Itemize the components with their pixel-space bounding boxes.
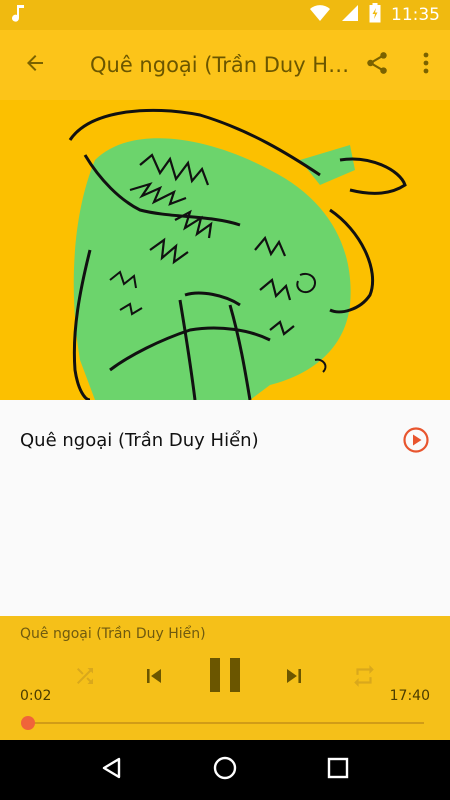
more-options-button[interactable] bbox=[402, 30, 450, 100]
player-panel: Quê ngoại (Trần Duy Hiển) 0:02 17:40 bbox=[0, 616, 450, 740]
shuffle-icon bbox=[73, 664, 97, 693]
album-art bbox=[0, 100, 450, 400]
status-bar: 11:35 bbox=[0, 0, 450, 30]
elapsed-time: 0:02 bbox=[20, 688, 52, 704]
repeat-button[interactable] bbox=[344, 660, 384, 696]
status-time: 11:35 bbox=[391, 5, 440, 25]
pause-button[interactable] bbox=[200, 654, 250, 700]
seek-thumb[interactable] bbox=[21, 716, 35, 730]
wifi-icon bbox=[309, 4, 331, 27]
seek-bar[interactable] bbox=[21, 716, 424, 730]
nav-back-button[interactable] bbox=[92, 750, 132, 790]
page-title: Quê ngoại (Trần Duy Hiển) bbox=[90, 53, 352, 77]
more-vert-icon bbox=[423, 52, 429, 79]
recents-square-icon bbox=[327, 757, 349, 784]
music-note-icon bbox=[10, 3, 28, 28]
home-circle-icon bbox=[212, 755, 238, 786]
battery-icon bbox=[369, 2, 381, 28]
app-bar: Quê ngoại (Trần Duy Hiển) bbox=[0, 30, 450, 100]
skip-next-button[interactable] bbox=[274, 660, 314, 696]
nav-home-button[interactable] bbox=[205, 750, 245, 790]
share-button[interactable] bbox=[352, 30, 402, 100]
back-triangle-icon bbox=[100, 756, 124, 785]
skip-previous-button[interactable] bbox=[134, 660, 174, 696]
pause-icon bbox=[208, 656, 242, 699]
now-playing-title: Quê ngoại (Trần Duy Hiển) bbox=[20, 626, 206, 642]
nav-recents-button[interactable] bbox=[318, 750, 358, 790]
share-icon bbox=[364, 50, 390, 81]
repeat-icon bbox=[351, 663, 377, 694]
back-arrow-icon bbox=[23, 51, 47, 80]
shuffle-button[interactable] bbox=[66, 660, 104, 696]
skip-next-icon bbox=[280, 662, 308, 695]
signal-icon bbox=[341, 4, 359, 27]
system-nav-bar bbox=[0, 740, 450, 800]
total-duration: 17:40 bbox=[389, 688, 430, 704]
play-circle-icon[interactable] bbox=[402, 426, 430, 454]
back-button[interactable] bbox=[0, 30, 70, 100]
track-title: Quê ngoại (Trần Duy Hiển) bbox=[20, 429, 259, 451]
list-item[interactable]: Quê ngoại (Trần Duy Hiển) bbox=[0, 400, 450, 480]
skip-previous-icon bbox=[140, 662, 168, 695]
track-list: Quê ngoại (Trần Duy Hiển) bbox=[0, 400, 450, 616]
